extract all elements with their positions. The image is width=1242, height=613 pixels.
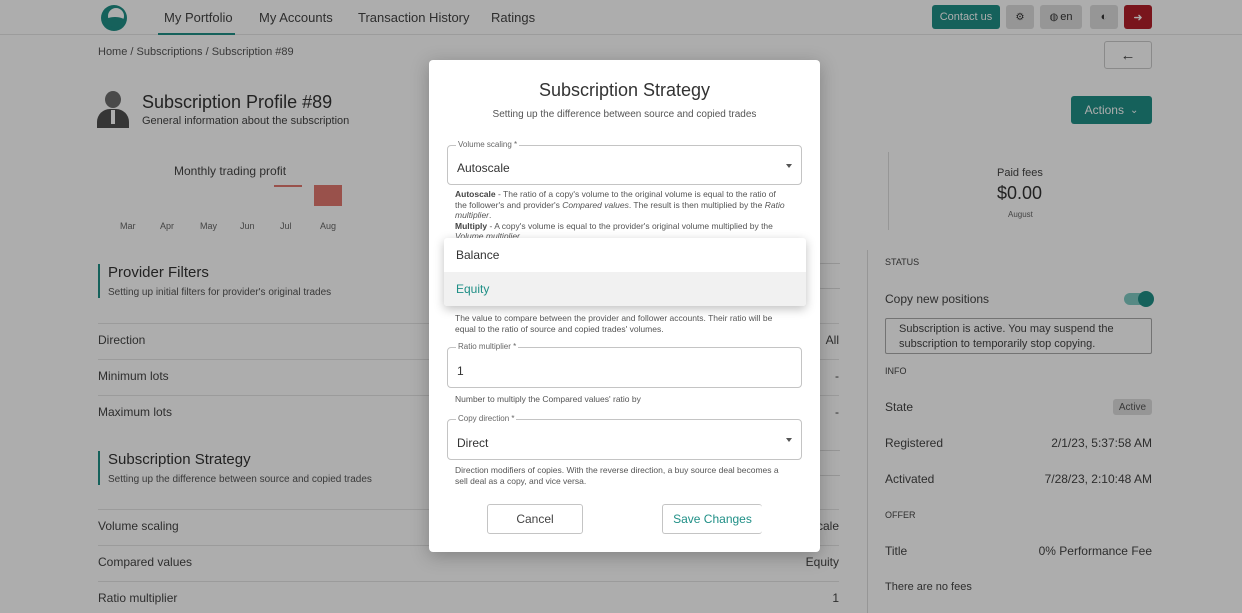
modal-title: Subscription Strategy	[538, 80, 711, 100]
volume-scaling-select[interactable]: Volume scaling * Autoscale	[447, 140, 802, 185]
ratio-multiplier-input[interactable]: Ratio multiplier * 1	[447, 342, 802, 388]
ratio-multiplier-field-label: Ratio multiplier *	[456, 342, 519, 351]
compared-values-dropdown: Balance Equity	[444, 238, 806, 306]
ratio-multiplier-field-value: 1	[457, 364, 464, 378]
volume-scaling-field-value: Autoscale	[457, 161, 510, 175]
copy-direction-help: Direction modifiers of copies. With the …	[455, 465, 779, 486]
copy-direction-field-value: Direct	[457, 436, 489, 450]
copy-direction-field-label: Copy direction *	[456, 414, 517, 423]
caret-down-icon	[786, 164, 792, 168]
save-changes-button[interactable]: Save Changes	[662, 504, 762, 534]
volume-scaling-help: Autoscale - The ratio of a copy's volume…	[455, 189, 785, 241]
caret-down-icon	[786, 438, 792, 442]
ratio-multiplier-help: Number to multiply the Compared values' …	[455, 394, 641, 404]
modal-subtitle: Setting up the difference between source…	[492, 109, 757, 120]
option-equity[interactable]: Equity	[444, 272, 806, 306]
compared-values-help: The value to compare between the provide…	[455, 313, 773, 334]
volume-scaling-field-label: Volume scaling *	[456, 140, 520, 149]
copy-direction-select[interactable]: Copy direction * Direct	[447, 414, 802, 460]
option-balance[interactable]: Balance	[444, 238, 806, 272]
cancel-button[interactable]: Cancel	[487, 504, 583, 534]
strategy-modal: Subscription Strategy Setting up the dif…	[429, 60, 820, 552]
